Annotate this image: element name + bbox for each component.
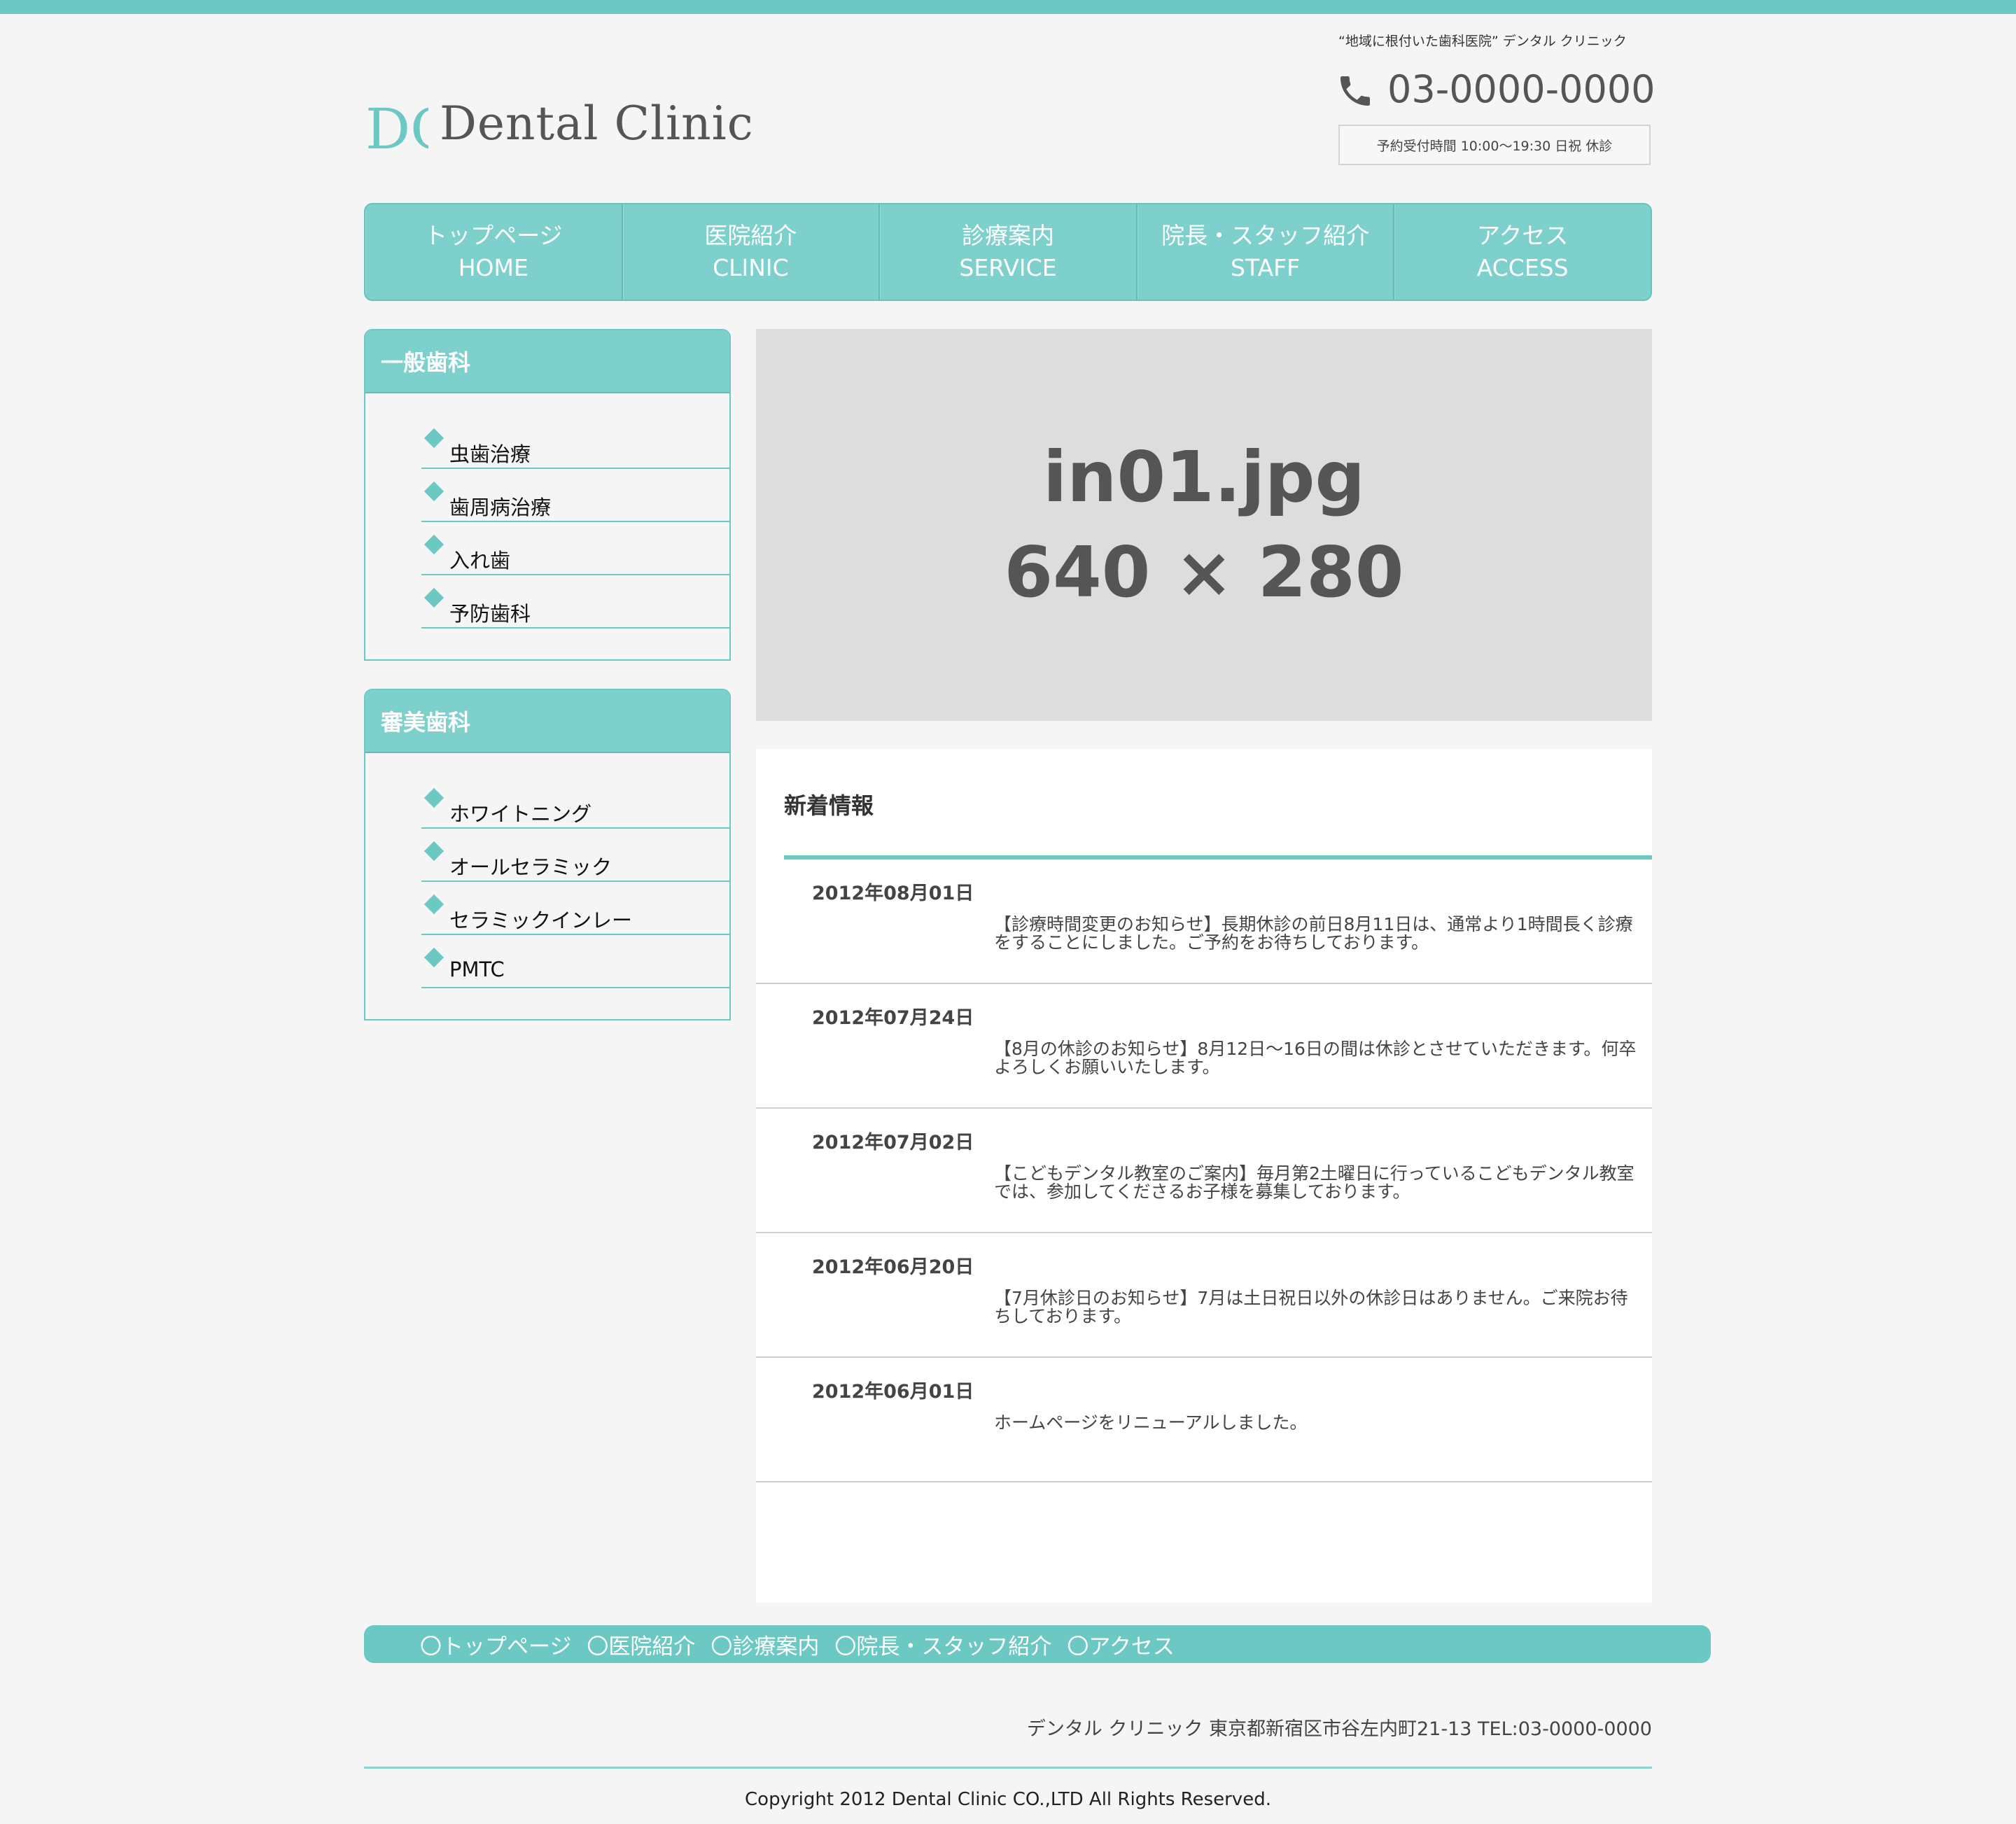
nav-label-en: HOME [458,254,528,281]
phone-number[interactable]: 03-0000-0000 [1387,67,1656,111]
diamond-bullet-icon [424,787,444,808]
nav-label-en: ACCESS [1476,254,1569,281]
news-text: 【8月の休診のお知らせ】8月12日〜16日の間は休診とさせていただきます。何卒よ… [994,1039,1637,1077]
sidebar-item-label: 入れ歯 [449,549,511,573]
nav-label-en: STAFF [1231,254,1301,281]
footer-link-access[interactable]: 〇アクセス [1067,1629,1174,1660]
sidebar-heading: 一般歯科 [365,330,729,393]
news-date: 2012年06月20日 [812,1256,974,1278]
footer-address: デンタル クリニック 東京都新宿区市谷左内町21-13 TEL:03-0000-… [1026,1718,1652,1740]
news-text: ホームページをリニューアルしました。 [994,1412,1308,1433]
news-date: 2012年08月01日 [812,883,974,904]
news-date: 2012年06月01日 [812,1381,974,1403]
hero-filename: in01.jpg [1042,436,1366,518]
nav-label-jp: トップページ [424,222,563,249]
news-item: 2012年08月01日 【診療時間変更のお知らせ】長期休診の前日8月11日は、通… [756,860,1652,984]
sidebar-item-label: オールセラミック [449,855,612,879]
header-tagline: “地域に根付いた歯科医院” デンタル クリニック [1338,34,1627,49]
footer-link-staff[interactable]: 〇院長・スタッフ紹介 [834,1629,1051,1660]
hero-image-placeholder: in01.jpg 640 × 280 [756,329,1652,721]
diamond-bullet-icon [424,894,444,915]
nav-item-service[interactable]: 診療案内 SERVICE [880,204,1138,300]
news-title: 新着情報 [784,792,874,819]
nav-label-jp: 医院紹介 [704,222,797,249]
sidebar-item-ceramic-inlay[interactable]: セラミックインレー [421,882,729,935]
nav-label-jp: アクセス [1476,222,1569,249]
sidebar-item-label: ホワイトニング [449,802,592,826]
sidebar-item-label: セラミックインレー [449,909,633,932]
sidebar-item-label: 予防歯科 [449,602,531,626]
sidebar-cosmetic-dentistry: 審美歯科 ホワイトニング オールセラミック セラミックインレー PMTC [364,689,731,1020]
top-accent-bar [0,0,2016,14]
diamond-bullet-icon [424,428,444,449]
footer-nav: 〇トップページ 〇医院紹介 〇診療案内 〇院長・スタッフ紹介 〇アクセス [364,1625,1711,1663]
hero-size: 640 × 280 [1004,531,1404,613]
sidebar-item-periodontal[interactable]: 歯周病治療 [421,469,729,522]
site-logo[interactable]: DC Dental Clinic [365,95,753,165]
news-date: 2012年07月24日 [812,1007,974,1029]
sidebar-heading: 審美歯科 [365,690,729,753]
sidebar-item-label: 歯周病治療 [449,496,552,519]
footer-link-clinic[interactable]: 〇医院紹介 [587,1629,695,1660]
news-list: 2012年08月01日 【診療時間変更のお知らせ】長期休診の前日8月11日は、通… [756,860,1652,1482]
diamond-bullet-icon [424,534,444,555]
news-item: 2012年06月20日 【7月休診日のお知らせ】7月は土日祝日以外の休診日はあり… [756,1233,1652,1358]
logo-text: Dental Clinic [440,97,754,150]
reservation-hours: 予約受付時間 10:00〜19:30 日祝 休診 [1338,125,1651,165]
diamond-bullet-icon [424,587,444,608]
nav-label-jp: 院長・スタッフ紹介 [1161,222,1370,249]
main-nav: トップページ HOME 医院紹介 CLINIC 診療案内 SERVICE 院長・… [364,203,1652,301]
news-text: 【7月休診日のお知らせ】7月は土日祝日以外の休診日はありません。ご来院お待ちして… [994,1288,1628,1326]
footer-link-home[interactable]: 〇トップページ [420,1629,571,1660]
nav-label-jp: 診療案内 [961,222,1054,249]
sidebar-item-preventive[interactable]: 予防歯科 [421,575,729,629]
diamond-bullet-icon [424,947,444,968]
sidebar-item-all-ceramic[interactable]: オールセラミック [421,829,729,882]
sidebar-item-pmtc[interactable]: PMTC [421,935,729,988]
sidebar-item-dentures[interactable]: 入れ歯 [421,522,729,575]
nav-label-en: CLINIC [713,254,789,281]
logo-mark-icon: DC [365,97,428,162]
news-section: 新着情報 2012年08月01日 【診療時間変更のお知らせ】長期休診の前日8月1… [756,749,1652,1603]
news-text: 【診療時間変更のお知らせ】長期休診の前日8月11日は、通常より1時間長く診療をす… [994,914,1633,953]
sidebar-item-label: PMTC [449,957,505,981]
logo-mark-text: DC [365,97,428,162]
diamond-bullet-icon [424,841,444,862]
nav-item-home[interactable]: トップページ HOME [365,204,623,300]
news-date: 2012年07月02日 [812,1132,974,1153]
nav-item-clinic[interactable]: 医院紹介 CLINIC [623,204,881,300]
diamond-bullet-icon [424,481,444,502]
news-item: 2012年07月24日 【8月の休診のお知らせ】8月12日〜16日の間は休診とさ… [756,984,1652,1109]
nav-item-staff[interactable]: 院長・スタッフ紹介 STAFF [1138,204,1395,300]
copyright: Copyright 2012 Dental Clinic CO.,LTD All… [745,1789,1271,1810]
phone-block: 03-0000-0000 [1336,67,1656,116]
news-text: 【こどもデンタル教室のご案内】毎月第2土曜日に行っているこどもデンタル教室では、… [994,1163,1634,1202]
nav-item-access[interactable]: アクセス ACCESS [1394,204,1651,300]
sidebar-item-cavity[interactable]: 虫歯治療 [421,393,729,469]
footer-divider [364,1767,1652,1769]
news-item: 2012年06月01日 ホームページをリニューアルしました。 [756,1358,1652,1482]
sidebar-general-dentistry: 一般歯科 虫歯治療 歯周病治療 入れ歯 予防歯科 [364,329,731,661]
sidebar-item-whitening[interactable]: ホワイトニング [421,753,729,829]
news-item: 2012年07月02日 【こどもデンタル教室のご案内】毎月第2土曜日に行っている… [756,1109,1652,1233]
sidebar-item-label: 虫歯治療 [449,442,531,466]
footer-link-service[interactable]: 〇診療案内 [710,1629,819,1660]
nav-label-en: SERVICE [959,254,1057,281]
phone-icon [1340,76,1370,106]
